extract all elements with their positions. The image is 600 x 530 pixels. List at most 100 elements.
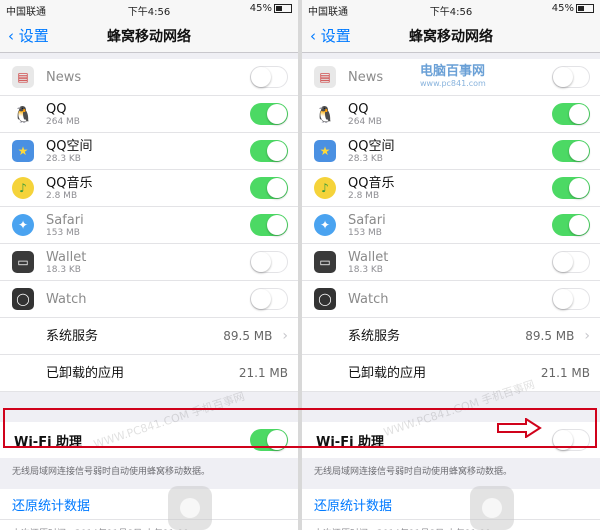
app-name: Wallet xyxy=(348,249,389,265)
system-services-row[interactable]: 系统服务 89.5 MB › xyxy=(302,318,600,355)
list-item-watch: ◯ Watch xyxy=(302,281,600,318)
app-list: ▤ News 🐧 QQ 264 MB ★ QQ空间 28.3 KB ♪ QQ音乐 2.… xyxy=(0,59,298,392)
wifi-assist-toggle[interactable] xyxy=(250,429,288,451)
qq-toggle[interactable] xyxy=(552,103,590,125)
list-item-news: ▤ News xyxy=(0,59,298,96)
list-item-wallet: ▭ Wallet 18.3 KB xyxy=(302,244,600,281)
battery-percent: 45% xyxy=(249,3,272,14)
news-icon: ▤ xyxy=(12,66,34,88)
app-usage: 2.8 MB xyxy=(46,190,78,201)
wifi-assist-row: Wi-Fi 助理 xyxy=(302,422,600,458)
app-name: QQ音乐 xyxy=(46,175,93,191)
watch-toggle[interactable] xyxy=(552,288,590,310)
app-name: Safari xyxy=(46,212,84,228)
qqmusic-toggle[interactable] xyxy=(250,177,288,199)
logo-name: 电脑百事网 xyxy=(420,64,486,79)
uninstalled-label: 已卸载的应用 xyxy=(46,365,125,381)
safari-toggle[interactable] xyxy=(552,214,590,236)
news-toggle[interactable] xyxy=(250,66,288,88)
qq-toggle[interactable] xyxy=(250,103,288,125)
system-services-label: 系统服务 xyxy=(348,328,401,344)
list-item-safari: ✦ Safari 153 MB xyxy=(0,207,298,244)
assistive-touch-button[interactable] xyxy=(168,486,212,530)
status-bar: 中国联通 下午4:56 45% xyxy=(302,0,600,18)
app-name: QQ空间 xyxy=(348,138,395,154)
app-name: QQ xyxy=(46,101,67,117)
app-usage: 18.3 KB xyxy=(46,264,81,275)
page-title: 蜂窝移动网络 xyxy=(107,29,191,45)
battery-percent: 45% xyxy=(551,3,574,14)
system-services-row[interactable]: 系统服务 89.5 MB › xyxy=(0,318,298,355)
section-gap xyxy=(0,392,298,422)
watch-icon: ◯ xyxy=(12,288,34,310)
system-services-label: 系统服务 xyxy=(46,328,99,344)
app-usage: 28.3 KB xyxy=(348,153,383,164)
list-item-qzone: ★ QQ空间 28.3 KB xyxy=(0,133,298,170)
arrow-right-icon xyxy=(497,418,542,438)
uninstalled-value: 21.1 MB xyxy=(540,366,590,380)
qqmusic-toggle[interactable] xyxy=(552,177,590,199)
app-name: Safari xyxy=(348,212,386,228)
system-services-value: 89.5 MB xyxy=(525,329,575,343)
list-item-qqmusic: ♪ QQ音乐 2.8 MB xyxy=(302,170,600,207)
app-usage: 2.8 MB xyxy=(348,190,380,201)
wallet-icon: ▭ xyxy=(314,251,336,273)
list-item-watch: ◯ Watch xyxy=(0,281,298,318)
app-name: QQ xyxy=(348,101,369,117)
qq-penguin-icon: 🐧 xyxy=(12,103,34,125)
app-usage: 28.3 KB xyxy=(46,153,81,164)
list-item-qq: 🐧 QQ 264 MB xyxy=(302,96,600,133)
app-usage: 264 MB xyxy=(46,116,80,127)
battery-icon xyxy=(576,3,594,13)
safari-compass-icon: ✦ xyxy=(314,214,336,236)
qzone-toggle[interactable] xyxy=(250,140,288,162)
reset-statistics-button[interactable]: 还原统计数据 xyxy=(302,489,600,519)
last-reset-time: 上次还原时间：2014年11月8日 上午11:00 xyxy=(0,519,298,530)
list-item-qzone: ★ QQ空间 28.3 KB xyxy=(302,133,600,170)
comparison-screenshot: 中国联通 下午4:56 45% ‹ 设置 蜂窝移动网络 ▤ News 🐧 QQ 2… xyxy=(0,0,600,530)
uninstalled-value: 21.1 MB xyxy=(238,366,288,380)
news-icon: ▤ xyxy=(314,66,336,88)
system-services-value: 89.5 MB xyxy=(223,329,273,343)
status-bar: 中国联通 下午4:56 45% xyxy=(0,0,298,18)
wallet-toggle[interactable] xyxy=(250,251,288,273)
app-name: QQ音乐 xyxy=(348,175,395,191)
uninstalled-apps-row: 已卸载的应用 21.1 MB xyxy=(302,355,600,392)
page-title: 蜂窝移动网络 xyxy=(409,29,493,45)
list-item-qq: 🐧 QQ 264 MB xyxy=(0,96,298,133)
qzone-toggle[interactable] xyxy=(552,140,590,162)
app-usage: 153 MB xyxy=(46,227,80,238)
list-item-safari: ✦ Safari 153 MB xyxy=(302,207,600,244)
wifi-assist-row: Wi-Fi 助理 xyxy=(0,422,298,458)
list-item-qqmusic: ♪ QQ音乐 2.8 MB xyxy=(0,170,298,207)
section-gap xyxy=(302,392,600,422)
app-name: QQ空间 xyxy=(46,138,93,154)
app-name: Watch xyxy=(46,291,87,307)
wifi-assist-description: 无线局域网连接信号弱时自动使用蜂窝移动数据。 xyxy=(0,458,298,489)
safari-compass-icon: ✦ xyxy=(12,214,34,236)
watch-toggle[interactable] xyxy=(250,288,288,310)
uninstalled-apps-row: 已卸载的应用 21.1 MB xyxy=(0,355,298,392)
safari-toggle[interactable] xyxy=(250,214,288,236)
site-logo: 电脑百事网 www.pc841.com xyxy=(420,60,486,88)
qq-penguin-icon: 🐧 xyxy=(314,103,336,125)
qzone-star-icon: ★ xyxy=(12,140,34,162)
app-usage: 18.3 KB xyxy=(348,264,383,275)
app-list: ▤ News 🐧 QQ 264 MB ★ QQ空间 28.3 KB ♪ QQ音乐 2.… xyxy=(302,59,600,392)
qzone-star-icon: ★ xyxy=(314,140,336,162)
app-name: Wallet xyxy=(46,249,87,265)
battery-indicator: 45% xyxy=(552,3,594,14)
phone-left: 中国联通 下午4:56 45% ‹ 设置 蜂窝移动网络 ▤ News 🐧 QQ 2… xyxy=(0,0,298,530)
battery-icon xyxy=(274,3,292,13)
logo-url: www.pc841.com xyxy=(420,79,486,88)
app-usage: 264 MB xyxy=(348,116,382,127)
wallet-toggle[interactable] xyxy=(552,251,590,273)
app-name: Watch xyxy=(348,291,389,307)
wifi-assist-description: 无线局域网连接信号弱时自动使用蜂窝移动数据。 xyxy=(302,458,600,489)
news-toggle[interactable] xyxy=(552,66,590,88)
reset-statistics-button[interactable]: 还原统计数据 xyxy=(0,489,298,519)
wallet-icon: ▭ xyxy=(12,251,34,273)
wifi-assist-toggle[interactable] xyxy=(552,429,590,451)
last-reset-time: 上次还原时间：2014年11月8日 上午11:00 xyxy=(302,519,600,530)
assistive-touch-button[interactable] xyxy=(470,486,514,530)
